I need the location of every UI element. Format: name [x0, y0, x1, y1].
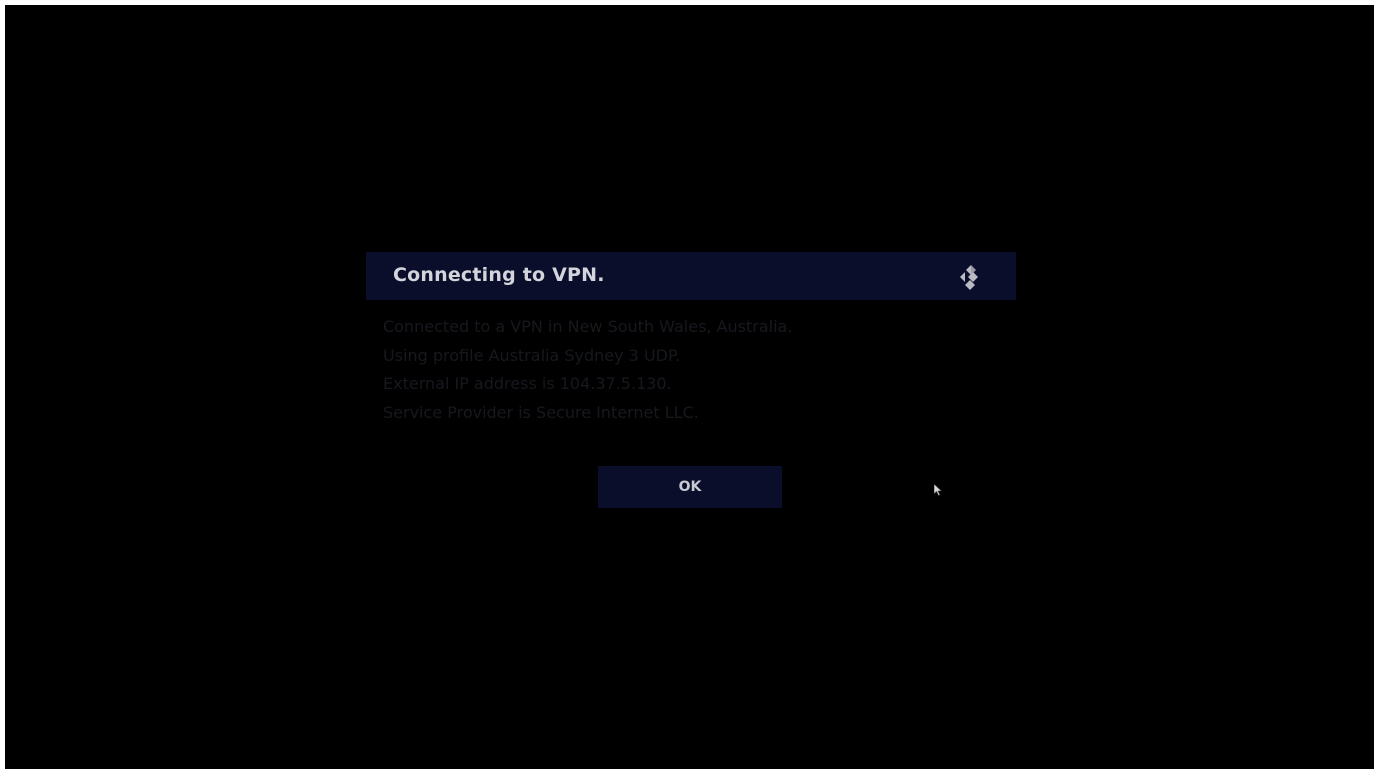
mouse-pointer-icon: [934, 484, 942, 496]
message-line-ip: External IP address is 104.37.5.130.: [383, 374, 672, 393]
message-line-provider: Service Provider is Secure Internet LLC.: [383, 402, 699, 422]
dialog-message: Connected to a VPN in New South Wales, A…: [383, 313, 1003, 427]
kodi-screen: Connecting to VPN. Connected to a VPN in…: [5, 5, 1374, 769]
message-line-profile: Using profile Australia Sydney 3 UDP.: [383, 345, 681, 365]
message-line-location: Connected to a VPN in New South Wales, A…: [383, 317, 793, 336]
ok-button[interactable]: OK: [598, 466, 782, 508]
dialog-title: Connecting to VPN.: [393, 264, 605, 286]
dialog-header: Connecting to VPN.: [366, 252, 1016, 300]
kodi-logo-icon: [960, 265, 978, 290]
